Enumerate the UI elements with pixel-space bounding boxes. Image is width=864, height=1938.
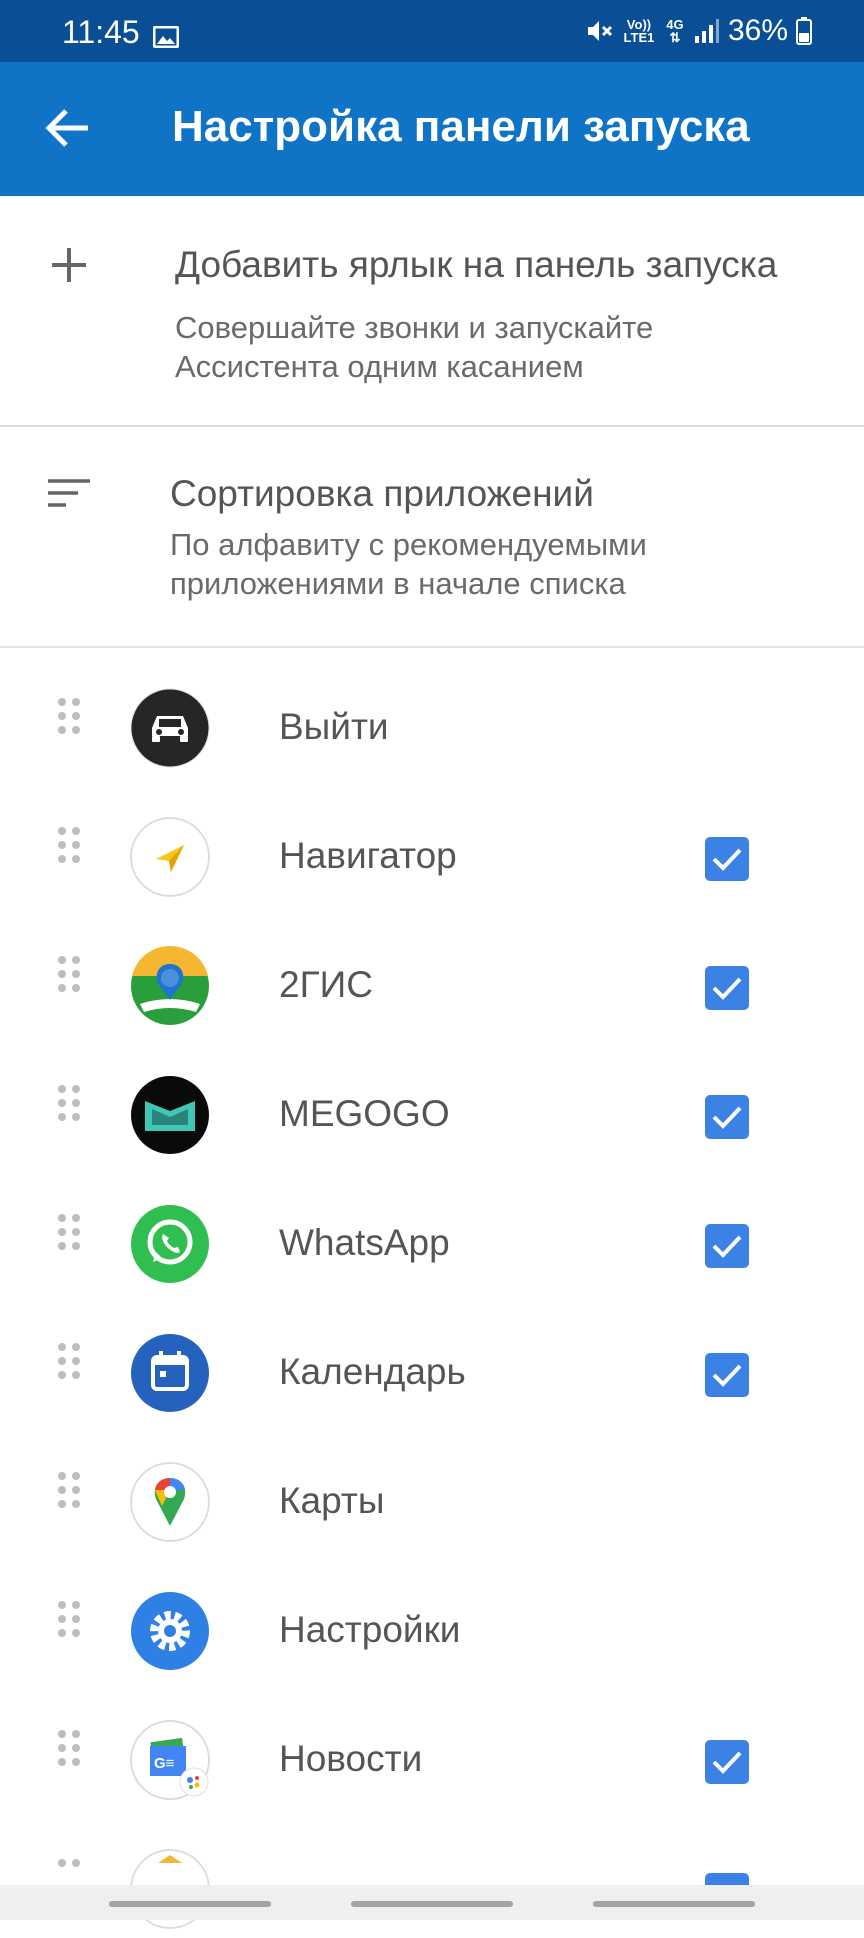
app-label: Выйти [279,706,389,747]
list-item[interactable]: WhatsApp [0,1164,864,1293]
checkmark-icon [712,1235,742,1258]
sort-apps-item[interactable]: Сортировка приложений По алфавиту с реко… [0,427,864,648]
sort-title: Сортировка приложений [170,473,594,514]
list-item[interactable]: 2ГИС [0,906,864,1035]
whatsapp-icon [131,1205,209,1283]
list-item[interactable]: Выйти [0,648,864,777]
checkmark-icon [712,977,742,1000]
app-checkbox[interactable] [705,1353,749,1397]
maps-icon [130,1462,210,1542]
list-item[interactable]: Карты [0,1422,864,1551]
app-checkbox[interactable] [705,1224,749,1268]
app-label: WhatsApp [279,1222,450,1263]
sort-icon [48,479,90,507]
checkmark-icon [712,848,742,871]
app-label: MEGOGO [279,1093,450,1134]
add-shortcut-subtitle: Совершайте звонки и запускайте Ассистент… [175,310,654,384]
battery-percent: 36% [727,14,788,47]
list-item[interactable]: MEGOGO [0,1035,864,1164]
calendar-icon [131,1334,209,1412]
app-label: Настройки [279,1609,461,1650]
list-item[interactable]: Календарь [0,1293,864,1422]
list-item[interactable]: Навигатор [0,777,864,906]
status-time: 11:45 [62,14,140,50]
network-type: 4G ⇅ [666,17,684,45]
navigation-bar [0,1885,864,1920]
back-arrow-icon[interactable] [40,98,100,158]
signal-icon [694,19,719,43]
app-label: 2ГИС [279,964,373,1005]
app-label: Календарь [279,1351,466,1392]
checkmark-icon [712,1751,742,1774]
app-label: Новости [279,1738,423,1779]
app-checkbox[interactable] [705,837,749,881]
svg-text:G≡: G≡ [154,1755,175,1772]
checkmark-icon [712,1364,742,1387]
megogo-icon [131,1076,209,1154]
drag-handle-icon[interactable] [56,954,82,994]
app-checkbox[interactable] [705,1740,749,1784]
drag-handle-icon[interactable] [56,825,82,865]
app-label: Карты [279,1480,385,1521]
drag-handle-icon[interactable] [56,1470,82,1510]
drag-handle-icon[interactable] [56,696,82,736]
drag-handle-icon[interactable] [56,1212,82,1252]
page-title: Настройка панели запуска [172,102,750,151]
checkmark-icon [712,1106,742,1129]
drag-handle-icon[interactable] [56,1083,82,1123]
add-shortcut-item[interactable]: Добавить ярлык на панель запуска Соверша… [0,196,864,427]
2gis-icon [131,946,209,1025]
app-checkbox[interactable] [705,1095,749,1139]
plus-icon [52,248,86,282]
list-item[interactable]: Настройки [0,1551,864,1680]
drag-handle-icon[interactable] [56,1728,82,1768]
image-notification-icon [153,26,179,48]
car-icon [130,688,210,768]
drag-handle-icon[interactable] [56,1599,82,1639]
add-shortcut-title: Добавить ярлык на панель запуска [175,244,778,285]
status-bar: 11:45 Vo)) LTE1 4G ⇅ 36% [0,0,864,62]
app-label: Навигатор [279,835,457,876]
news-icon: G≡ [130,1720,210,1800]
app-checkbox[interactable] [705,966,749,1010]
battery-icon [796,17,812,45]
nav-handle-center[interactable] [351,1901,513,1907]
drag-handle-icon[interactable] [56,1341,82,1381]
nav-handle-right[interactable] [593,1901,755,1907]
list-item[interactable]: G≡ Новости [0,1680,864,1809]
settings-icon [131,1592,209,1670]
nav-handle-left[interactable] [109,1901,271,1907]
mute-icon [587,21,613,41]
app-bar: Настройка панели запуска [0,62,864,196]
sort-subtitle: По алфавиту с рекомендуемыми приложениям… [170,527,647,601]
volte-indicator: Vo)) LTE1 [623,17,655,45]
navigator-icon [130,817,210,897]
